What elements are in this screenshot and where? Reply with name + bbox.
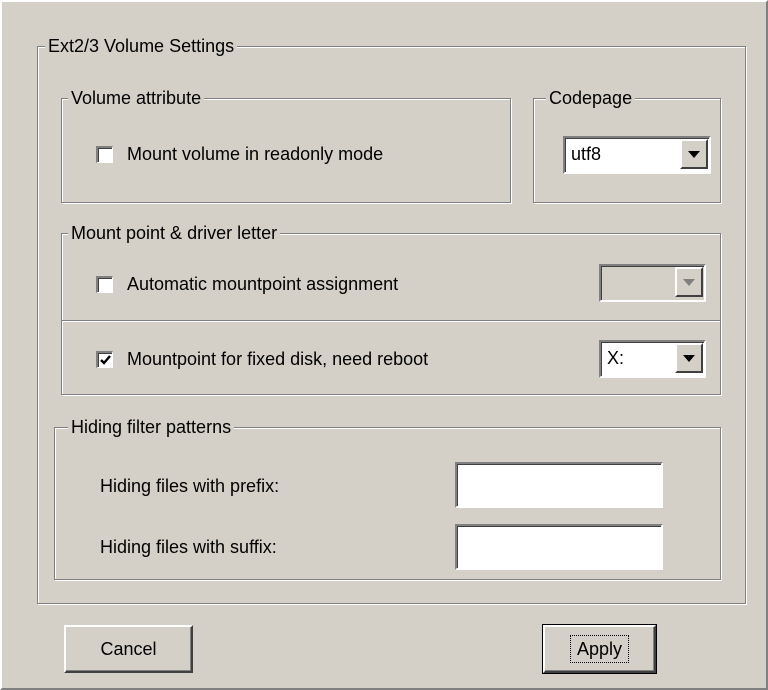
fixed-drive-value: X: [607,348,625,368]
codepage-title: Codepage [546,87,636,109]
auto-drive-select[interactable] [599,264,706,302]
suffix-label: Hiding files with suffix: [100,537,277,557]
fixed-drive-select[interactable]: X: [599,340,706,378]
mount-point-separator [62,320,720,322]
chevron-down-icon [683,278,695,286]
auto-drive-dropdown-button[interactable] [675,267,703,297]
auto-mountpoint-label: Automatic mountpoint assignment [127,274,399,294]
apply-button-label: Apply [569,635,630,663]
readonly-label: Mount volume in readonly mode [127,144,384,164]
readonly-checkbox[interactable] [96,146,113,163]
volume-settings-title: Ext2/3 Volume Settings [45,35,238,57]
fixed-mountpoint-checkbox[interactable] [96,351,113,368]
codepage-dropdown-button[interactable] [680,139,708,169]
fixed-mountpoint-row[interactable]: Mountpoint for fixed disk, need reboot [96,349,428,370]
cancel-button-label: Cancel [100,638,157,659]
suffix-input[interactable] [455,524,663,570]
codepage-value: utf8 [571,144,602,164]
volume-attribute-title: Volume attribute [68,87,205,109]
auto-mountpoint-checkbox[interactable] [96,276,113,293]
chevron-down-icon [688,150,700,158]
codepage-select[interactable]: utf8 [563,136,711,174]
chevron-down-icon [683,354,695,362]
prefix-label: Hiding files with prefix: [100,476,280,496]
apply-button[interactable]: Apply [542,624,657,674]
fixed-drive-dropdown-button[interactable] [675,343,703,373]
fixed-mountpoint-label: Mountpoint for fixed disk, need reboot [127,349,429,369]
readonly-checkbox-row[interactable]: Mount volume in readonly mode [96,144,383,165]
checkmark-icon [100,355,111,365]
auto-mountpoint-row[interactable]: Automatic mountpoint assignment [96,274,398,295]
mount-point-title: Mount point & driver letter [68,222,281,244]
prefix-input[interactable] [455,462,663,508]
hiding-filter-title: Hiding filter patterns [68,416,235,438]
cancel-button[interactable]: Cancel [64,625,193,673]
